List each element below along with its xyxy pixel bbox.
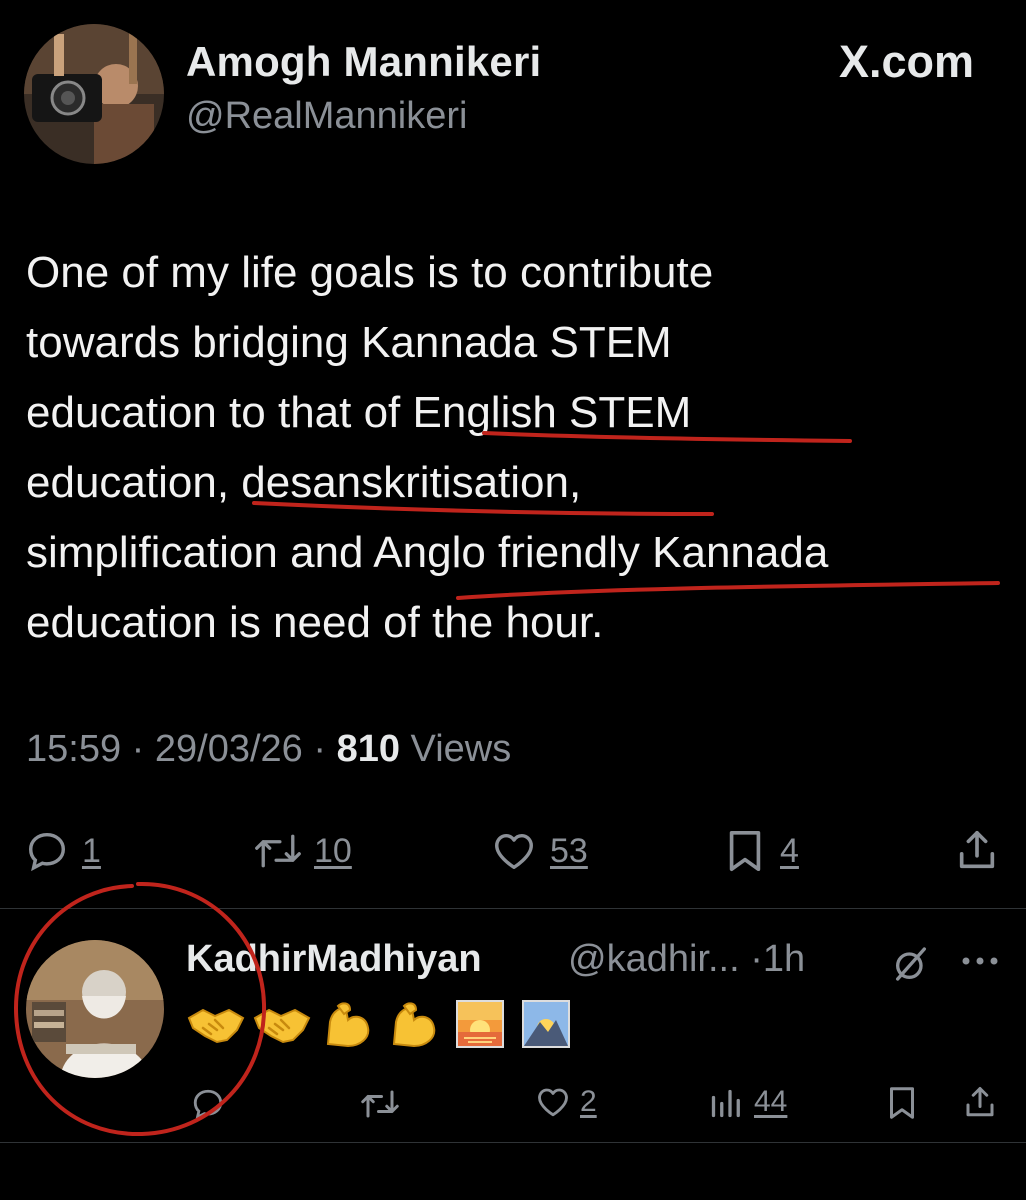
heart-icon	[538, 1088, 568, 1117]
tweet-text-line: education to that of English STEM	[26, 388, 692, 437]
heart-icon	[495, 833, 533, 870]
author-avatar[interactable]	[24, 24, 164, 164]
reply-author-name[interactable]: KadhirMadhiyan	[186, 938, 482, 981]
views-count: 810	[336, 728, 400, 770]
site-label: X.com	[838, 36, 974, 87]
tweet-meta: 15:59 · 29/03/26 · 810 Views	[26, 728, 511, 771]
reply-button[interactable]: 1	[24, 828, 101, 874]
repost-icon	[361, 1090, 399, 1118]
bookmark-icon	[890, 1087, 914, 1119]
reply-text	[186, 998, 576, 1050]
bookmark-icon	[729, 830, 761, 872]
tweet-text-line: education, desanskritisation,	[26, 458, 582, 507]
meta-separator: ·	[750, 938, 763, 980]
share-button[interactable]	[954, 826, 1000, 874]
reply-like-button[interactable]: 2	[534, 1084, 597, 1120]
share-icon	[966, 1087, 994, 1117]
meta-separator: ·	[313, 728, 327, 770]
reply-meta: @kadhir... ·1h	[568, 938, 805, 981]
grok-button[interactable]	[888, 944, 934, 989]
reply-like-count: 2	[580, 1085, 597, 1118]
reply-author-avatar[interactable]	[26, 940, 164, 1078]
reply-bookmark-button[interactable]	[884, 1084, 920, 1122]
tweet-time[interactable]: 15:59	[26, 728, 121, 770]
flexed-biceps-emoji	[384, 998, 444, 1050]
reply-count: 1	[82, 831, 101, 870]
reply-views-count: 44	[754, 1085, 788, 1118]
slash-circle-icon	[896, 947, 926, 981]
author-name[interactable]: Amogh Mannikeri	[186, 38, 541, 86]
sunrise-over-mountains-emoji	[516, 998, 576, 1050]
avatar-photo	[24, 24, 164, 164]
views-label: Views	[410, 728, 512, 770]
share-icon	[959, 830, 995, 869]
divider	[0, 908, 1026, 909]
flexed-biceps-emoji	[318, 998, 378, 1050]
handshake-emoji	[252, 998, 312, 1050]
handshake-emoji	[186, 998, 246, 1050]
reply-reply-button[interactable]	[190, 1086, 226, 1122]
more-dots-icon	[962, 957, 998, 965]
repost-icon	[255, 834, 301, 868]
tweet-date[interactable]: 29/03/26	[155, 728, 303, 770]
reply-views-button[interactable]: 44	[708, 1084, 787, 1120]
tweet-text-line: simplification and Anglo friendly Kannad…	[26, 528, 829, 577]
bookmark-button[interactable]: 4	[722, 828, 799, 874]
repost-button[interactable]: 10	[254, 828, 352, 874]
tweet-text: One of my life goals is to contribute to…	[26, 238, 1016, 658]
reply-repost-button[interactable]	[360, 1086, 400, 1122]
tweet-text-line: towards bridging Kannada STEM	[26, 318, 672, 367]
avatar-photo	[26, 940, 164, 1078]
sunrise-emoji	[450, 998, 510, 1050]
reply-icon	[193, 1089, 223, 1120]
repost-count: 10	[314, 831, 352, 870]
divider	[0, 1142, 1026, 1143]
meta-separator: ·	[131, 728, 145, 770]
tweet-text-line: One of my life goals is to contribute	[26, 248, 714, 297]
more-options-button[interactable]	[960, 946, 1000, 981]
like-button[interactable]: 53	[490, 828, 588, 874]
reply-icon	[28, 832, 66, 872]
bookmark-count: 4	[780, 831, 799, 870]
like-count: 53	[550, 831, 588, 870]
tweet-text-line: education is need of the hour.	[26, 598, 604, 647]
reply-time[interactable]: 1h	[763, 938, 805, 980]
reply-share-button[interactable]	[962, 1082, 998, 1122]
reply-author-handle[interactable]: @kadhir...	[568, 938, 740, 980]
author-handle[interactable]: @RealMannikeri	[186, 95, 467, 138]
analytics-icon	[711, 1089, 740, 1118]
